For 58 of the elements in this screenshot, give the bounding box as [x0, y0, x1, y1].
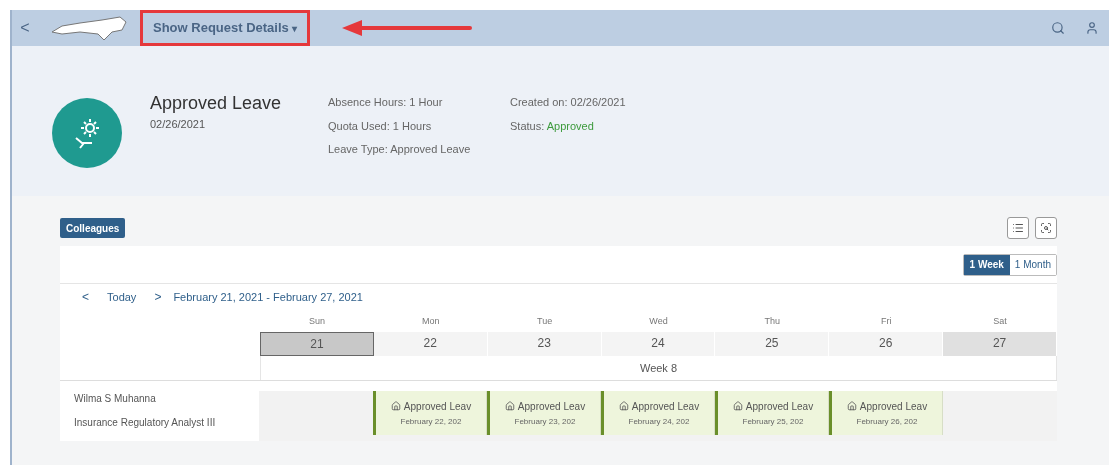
person-name: Wilma S Muhanna	[74, 392, 157, 406]
house-icon	[390, 401, 401, 411]
weekday-label: Sat	[992, 315, 1008, 328]
back-button[interactable]: <	[18, 16, 32, 40]
show-request-details-menu[interactable]: Show Request Details ▾	[140, 10, 311, 46]
search-person-button[interactable]	[1035, 217, 1057, 239]
list-view-button[interactable]	[1007, 217, 1029, 239]
date-range: February 21, 2021 - February 27, 2021	[173, 289, 363, 305]
house-icon	[504, 401, 515, 411]
weekday-label: Sun	[307, 315, 326, 328]
today-button[interactable]: Today	[107, 288, 137, 306]
weekday-label: Mon	[421, 315, 441, 328]
day-cell[interactable]: 26	[829, 332, 944, 356]
leave-entry[interactable]: Approved Leav February 23, 202	[487, 391, 601, 435]
leave-entry[interactable]: Approved Leav February 24, 202	[601, 391, 715, 435]
week-label: Week 8	[260, 356, 1057, 380]
detail-text: Quota Used: 1 Hours	[328, 118, 433, 134]
leave-entry-title: Approved Leav	[504, 398, 586, 414]
status-text: Status: Approved	[510, 118, 595, 134]
house-icon	[732, 401, 743, 411]
search-person-icon	[1040, 222, 1052, 234]
day-cell[interactable]: 21	[260, 332, 374, 356]
weekday-label: Tue	[536, 315, 554, 328]
detail-text: Leave Type: Approved Leave	[328, 142, 472, 157]
leave-entry-title: Approved Leav	[732, 398, 814, 414]
leave-entry-date: February 26, 202	[856, 415, 918, 428]
view-toggle-tab[interactable]: 1 Week	[963, 254, 1010, 275]
previous-week-button[interactable]: <	[82, 288, 89, 306]
detail-text: Absence Hours: 1 Hour	[328, 95, 444, 110]
weekday-label: Wed	[648, 315, 669, 328]
day-cell[interactable]: 25	[715, 332, 830, 356]
day-cell[interactable]: 24	[601, 332, 716, 356]
leave-date: 02/26/2021	[150, 117, 207, 132]
house-icon	[846, 401, 857, 411]
day-cell[interactable]: 27	[943, 332, 1057, 356]
list-icon	[1012, 222, 1024, 234]
leave-entry-title: Approved Leav	[390, 398, 472, 414]
next-week-button[interactable]: >	[154, 288, 162, 306]
leave-entry[interactable]: Approved Leav February 25, 202	[715, 391, 829, 435]
leave-entry[interactable]: Approved Leav February 22, 202	[373, 391, 487, 435]
user-icon[interactable]	[1085, 21, 1099, 35]
weekday-label: Thu	[763, 315, 782, 328]
leave-entry-title: Approved Leav	[846, 398, 928, 414]
leave-entry-date: February 24, 202	[628, 415, 690, 428]
person-role: Insurance Regulatory Analyst III	[74, 416, 217, 430]
day-cell[interactable]: 23	[487, 332, 602, 356]
leave-entry-date: February 23, 202	[514, 415, 576, 428]
day-cell[interactable]: 22	[373, 332, 488, 356]
colleagues-button[interactable]: Colleagues	[60, 218, 126, 238]
leave-entry-date: February 22, 202	[400, 415, 462, 428]
weekday-label: Fri	[879, 315, 893, 328]
leave-entry-date: February 25, 202	[742, 415, 804, 428]
leave-entry[interactable]: Approved Leav February 26, 202	[829, 391, 943, 435]
leave-title: Approved Leave	[150, 92, 283, 114]
leave-entry-title: Approved Leav	[618, 398, 700, 414]
house-icon	[618, 401, 629, 411]
search-icon[interactable]	[1051, 21, 1065, 35]
created-date: Created on: 02/26/2021	[510, 95, 626, 110]
